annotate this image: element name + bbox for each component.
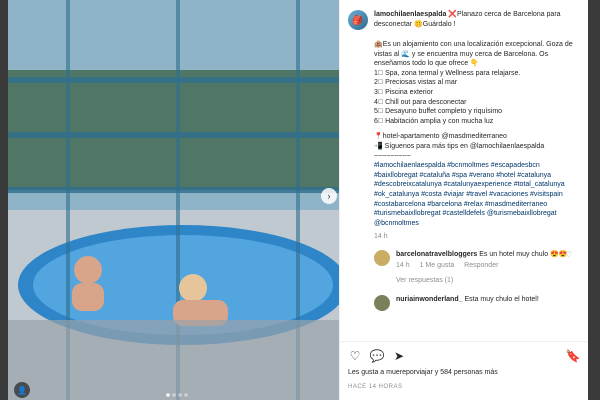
post-line: 📲 Síguenos para más tips en @lamochilaen… xyxy=(374,142,545,150)
likes: Les gusta a muereporviajar y 584 persona… xyxy=(348,368,580,378)
post-line: 6⃣ Habitación amplia y con mucha luz xyxy=(374,117,494,125)
reply-link[interactable]: Responder xyxy=(464,262,498,269)
post-image: 👤 › xyxy=(8,0,339,400)
comment: nuriainwonderland_ Esta muy chulo el hot… xyxy=(374,294,580,311)
bookmark-icon[interactable]: 🔖 xyxy=(566,349,581,363)
comment-body: barcelonatravelbloggers Es un hotel muy … xyxy=(396,250,580,285)
comment-time: 14 h xyxy=(396,261,410,269)
view-replies[interactable]: Ver respuestas (1) xyxy=(396,276,580,285)
hashtags[interactable]: #lamochilaenlaespalda #bcnmoltmes #escap… xyxy=(374,161,580,228)
post-modal: 👤 › 🎒 lamochilaenlaespalda ❌Planazo cerc… xyxy=(8,0,588,400)
post-sidebar: 🎒 lamochilaenlaespalda ❌Planazo cerca de… xyxy=(339,0,588,400)
commenter-username[interactable]: nuriainwonderland_ xyxy=(396,296,463,303)
heart-icon[interactable]: ♡ xyxy=(348,349,362,363)
comment-text: Es un hotel muy chulo 😍😍 xyxy=(479,250,568,258)
post-line: 5⃣ Desayuno buffet completo y riquísimo xyxy=(374,108,503,116)
comment-likes: 1 Me gusta xyxy=(419,261,455,269)
likes-text: Les gusta a muereporviajar y 584 persona… xyxy=(348,369,498,376)
action-icons: ♡ 💬 ➤ 🔖 xyxy=(348,342,581,370)
commenter-avatar[interactable] xyxy=(374,294,390,311)
post-body: 🏨Es un alojamiento con una localización … xyxy=(348,40,580,311)
post-line: 1⃣ Spa, zona termal y Wellness para rela… xyxy=(374,69,521,77)
avatar[interactable]: 🎒 xyxy=(348,10,368,30)
actions-bar: ♡ 💬 ➤ 🔖 Les gusta a muereporviajar y 584… xyxy=(340,341,588,400)
username[interactable]: lamochilaenlaespalda xyxy=(374,11,446,18)
caption: lamochilaenlaespalda ❌Planazo cerca de B… xyxy=(374,10,574,29)
heart-icon[interactable]: ♡ xyxy=(565,250,572,260)
comment: barcelonatravelbloggers Es un hotel muy … xyxy=(374,249,580,285)
post-line: 4⃣ Chill out para desconectar xyxy=(374,98,467,106)
post-line: 🏨Es un alojamiento con una localización … xyxy=(374,41,573,68)
svg-text:👤: 👤 xyxy=(17,385,27,395)
comment-icon[interactable]: 💬 xyxy=(370,349,385,363)
caption-content: 🏨Es un alojamiento con una localización … xyxy=(348,40,580,340)
posted-time: HACE 14 HORAS xyxy=(348,384,403,390)
post-line: ~~~~~~~~~ xyxy=(374,152,411,160)
post-line: 📍hotel-apartamento @masdmediterraneo xyxy=(374,133,507,141)
post-line: 2⃣ Preciosas vistas al mar xyxy=(374,79,458,87)
post-line: 3⃣ Piscina exterior xyxy=(374,88,433,96)
pool-photo: 👤 › xyxy=(8,0,339,400)
comment-text: Esta muy chulo el hotel! xyxy=(464,295,539,303)
overlay-right xyxy=(588,0,600,400)
commenter-avatar[interactable] xyxy=(374,249,390,266)
post-age: 14 h xyxy=(374,233,388,241)
share-icon[interactable]: ➤ xyxy=(392,349,406,363)
caption-header: 🎒 lamochilaenlaespalda ❌Planazo cerca de… xyxy=(340,0,588,40)
svg-text:›: › xyxy=(328,191,331,201)
commenter-username[interactable]: barcelonatravelbloggers xyxy=(396,251,477,258)
comment-body: nuriainwonderland_ Esta muy chulo el hot… xyxy=(396,295,580,311)
